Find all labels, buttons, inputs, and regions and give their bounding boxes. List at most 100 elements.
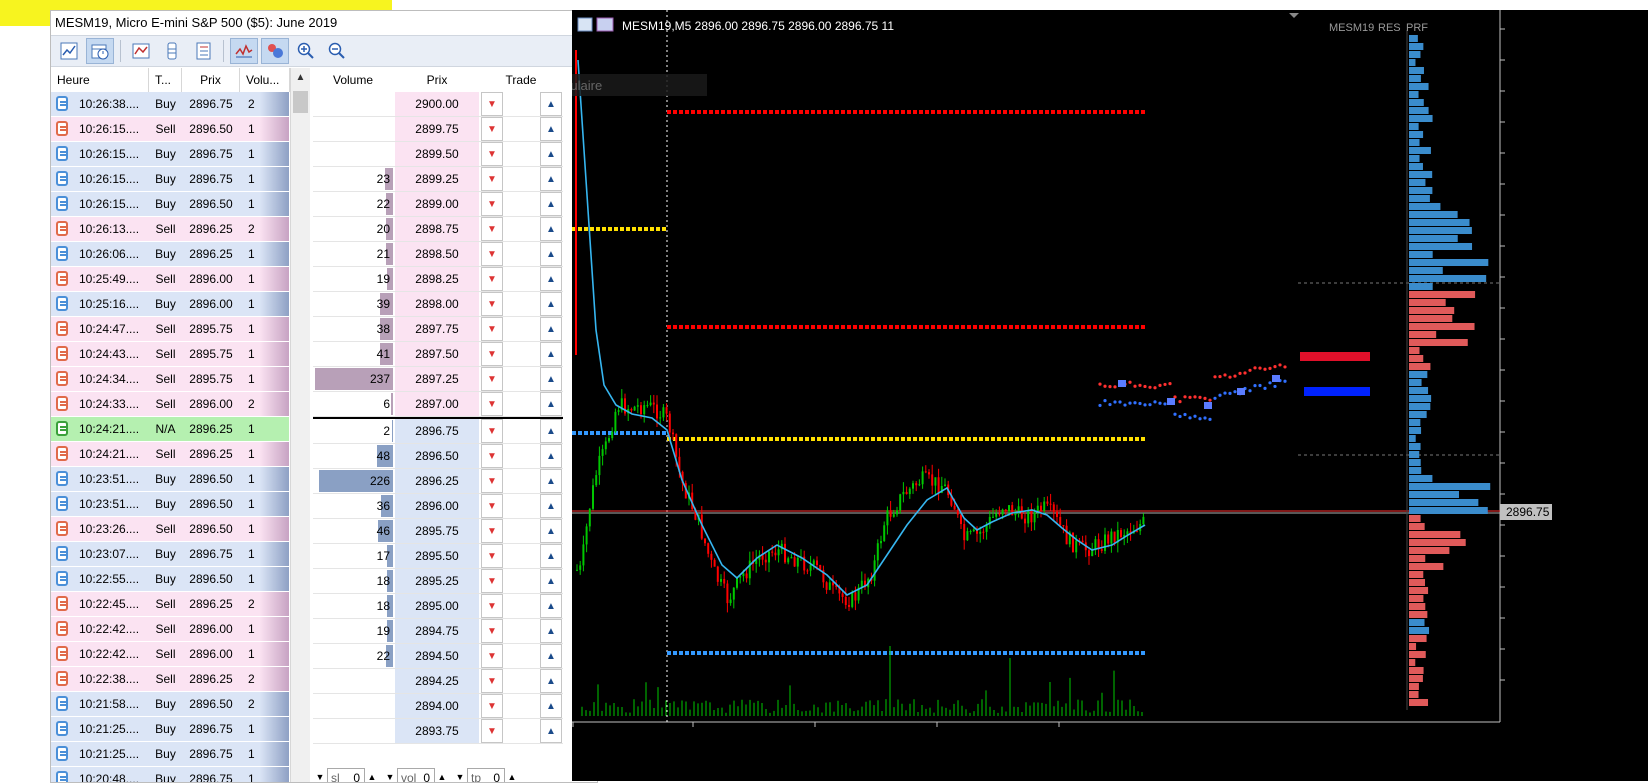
depth-chart-button[interactable] (127, 38, 155, 64)
book-row[interactable]: 23 2899.25 ▼ ▲ (313, 167, 563, 192)
trade-row[interactable]: 10:22:45.... Sell 2896.25 2 (51, 592, 304, 617)
book-row[interactable]: 237 2897.25 ▼ ▲ (313, 367, 563, 392)
time-sales-button[interactable] (86, 38, 114, 64)
price-chart[interactable]: 2947.25 2944.00 2940.75 2937.50 2934.25 2931.… (572, 10, 1648, 781)
column-header-volume[interactable]: Volu... (240, 68, 290, 92)
sell-limit-button[interactable]: ▼ (481, 544, 503, 568)
sell-limit-button[interactable]: ▼ (481, 719, 503, 743)
book-row[interactable]: 2894.25 ▼ ▲ (313, 669, 563, 694)
book-row[interactable]: 36 2896.00 ▼ ▲ (313, 494, 563, 519)
column-header-time[interactable]: Heure (51, 68, 149, 92)
buy-limit-button[interactable]: ▲ (540, 167, 562, 191)
buy-limit-button[interactable]: ▲ (540, 594, 562, 618)
sell-limit-button[interactable]: ▼ (481, 392, 503, 416)
buy-limit-button[interactable]: ▲ (540, 292, 562, 316)
buy-limit-button[interactable]: ▲ (540, 342, 562, 366)
sell-limit-button[interactable]: ▼ (481, 669, 503, 693)
book-row[interactable]: 38 2897.75 ▼ ▲ (313, 317, 563, 342)
trade-row[interactable]: 10:22:42.... Sell 2896.00 1 (51, 642, 304, 667)
buy-limit-button[interactable]: ▲ (540, 192, 562, 216)
trade-row[interactable]: 10:22:38.... Sell 2896.25 2 (51, 667, 304, 692)
sell-limit-button[interactable]: ▼ (481, 292, 503, 316)
buy-limit-button[interactable]: ▲ (540, 267, 562, 291)
book-row[interactable]: 46 2895.75 ▼ ▲ (313, 519, 563, 544)
sell-limit-button[interactable]: ▼ (481, 117, 503, 141)
column-header-price[interactable]: Prix (182, 68, 240, 92)
trade-row[interactable]: 10:21:58.... Buy 2896.50 2 (51, 692, 304, 717)
trade-row[interactable]: 10:23:07.... Buy 2896.75 1 (51, 542, 304, 567)
buy-limit-button[interactable]: ▲ (540, 469, 562, 493)
book-row[interactable]: 39 2898.00 ▼ ▲ (313, 292, 563, 317)
sell-limit-button[interactable]: ▼ (481, 367, 503, 391)
buy-limit-button[interactable]: ▲ (540, 494, 562, 518)
book-row[interactable]: 2899.50 ▼ ▲ (313, 142, 563, 167)
buy-limit-button[interactable]: ▲ (540, 719, 562, 743)
buy-limit-button[interactable]: ▲ (540, 117, 562, 141)
trade-row[interactable]: 10:25:16.... Buy 2896.00 1 (51, 292, 304, 317)
sell-limit-button[interactable]: ▼ (481, 242, 503, 266)
chart-view-button[interactable] (55, 38, 83, 64)
book-row[interactable]: 6 2897.00 ▼ ▲ (313, 392, 563, 417)
book-row[interactable]: 226 2896.25 ▼ ▲ (313, 469, 563, 494)
sell-limit-button[interactable]: ▼ (481, 317, 503, 341)
trade-row[interactable]: 10:25:49.... Sell 2896.00 1 (51, 267, 304, 292)
trade-row[interactable]: 10:24:21.... Sell 2896.25 1 (51, 442, 304, 467)
sell-limit-button[interactable]: ▼ (481, 519, 503, 543)
trade-row[interactable]: 10:24:34.... Sell 2895.75 1 (51, 367, 304, 392)
trade-row[interactable]: 10:26:15.... Sell 2896.50 1 (51, 117, 304, 142)
book-row[interactable]: 2900.00 ▼ ▲ (313, 92, 563, 117)
book-row[interactable]: 18 2895.25 ▼ ▲ (313, 569, 563, 594)
book-row[interactable]: 22 2899.00 ▼ ▲ (313, 192, 563, 217)
book-row[interactable]: 17 2895.50 ▼ ▲ (313, 544, 563, 569)
bubbles-button[interactable] (261, 38, 289, 64)
column-header-trade[interactable]: Trade (479, 68, 563, 92)
trade-row[interactable]: 10:26:38.... Buy 2896.75 2 (51, 92, 304, 117)
sell-limit-button[interactable]: ▼ (481, 569, 503, 593)
buy-limit-button[interactable]: ▲ (540, 519, 562, 543)
trade-row[interactable]: 10:26:15.... Buy 2896.75 1 (51, 167, 304, 192)
book-row[interactable]: 21 2898.50 ▼ ▲ (313, 242, 563, 267)
book-row[interactable]: 2894.00 ▼ ▲ (313, 694, 563, 719)
trades-scrollbar[interactable]: ▲ (290, 68, 310, 782)
book-row[interactable]: 2899.75 ▼ ▲ (313, 117, 563, 142)
trade-row[interactable]: 10:22:55.... Buy 2896.50 1 (51, 567, 304, 592)
sell-limit-button[interactable]: ▼ (481, 694, 503, 718)
book-row[interactable]: 19 2894.75 ▼ ▲ (313, 619, 563, 644)
book-row[interactable]: 2893.75 ▼ ▲ (313, 719, 563, 744)
book-row[interactable]: 41 2897.50 ▼ ▲ (313, 342, 563, 367)
ladder-button[interactable] (158, 38, 186, 64)
sell-limit-button[interactable]: ▼ (481, 619, 503, 643)
book-row[interactable]: 19 2898.25 ▼ ▲ (313, 267, 563, 292)
trade-row[interactable]: 10:26:15.... Buy 2896.50 1 (51, 192, 304, 217)
trade-row[interactable]: 10:23:51.... Buy 2896.50 1 (51, 467, 304, 492)
trade-row[interactable]: 10:24:43.... Sell 2895.75 1 (51, 342, 304, 367)
timeframe-icon[interactable] (596, 17, 614, 32)
book-row[interactable]: 20 2898.75 ▼ ▲ (313, 217, 563, 242)
sell-limit-button[interactable]: ▼ (481, 469, 503, 493)
buy-limit-button[interactable]: ▲ (540, 392, 562, 416)
buy-limit-button[interactable]: ▲ (540, 92, 562, 116)
buy-limit-button[interactable]: ▲ (540, 419, 562, 443)
column-header-book-price[interactable]: Prix (395, 68, 479, 92)
sell-limit-button[interactable]: ▼ (481, 192, 503, 216)
sell-limit-button[interactable]: ▼ (481, 92, 503, 116)
buy-limit-button[interactable]: ▲ (540, 669, 562, 693)
sell-limit-button[interactable]: ▼ (481, 444, 503, 468)
trade-row[interactable]: 10:22:42.... Sell 2896.00 1 (51, 617, 304, 642)
book-row[interactable]: 48 2896.50 ▼ ▲ (313, 444, 563, 469)
trade-row[interactable]: 10:26:13.... Sell 2896.25 2 (51, 217, 304, 242)
buy-limit-button[interactable]: ▲ (540, 544, 562, 568)
ticks-button[interactable] (230, 38, 258, 64)
trade-row[interactable]: 10:26:06.... Buy 2896.25 1 (51, 242, 304, 267)
sell-limit-button[interactable]: ▼ (481, 267, 503, 291)
buy-limit-button[interactable]: ▲ (540, 367, 562, 391)
zoom-in-button[interactable] (292, 38, 320, 64)
trade-row[interactable]: 10:23:26.... Sell 2896.50 1 (51, 517, 304, 542)
trade-row[interactable]: 10:24:21.... N/A 2896.25 1 (51, 417, 304, 442)
scroll-thumb[interactable] (293, 91, 308, 113)
buy-limit-button[interactable]: ▲ (540, 444, 562, 468)
scroll-up-arrow[interactable]: ▲ (291, 68, 310, 88)
chart-type-icon[interactable] (577, 17, 593, 32)
sell-limit-button[interactable]: ▼ (481, 142, 503, 166)
sell-limit-button[interactable]: ▼ (481, 494, 503, 518)
